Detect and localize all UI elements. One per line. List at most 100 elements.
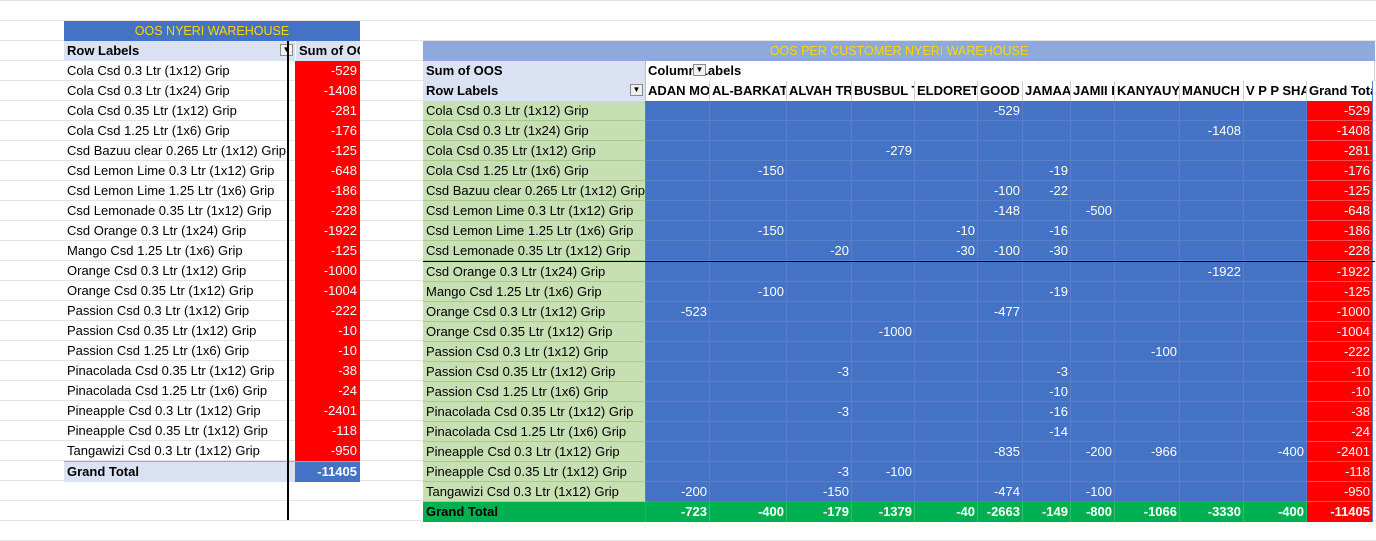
overall-grand-total[interactable]: -11405	[1307, 502, 1373, 522]
grand-total-label-right[interactable]: Grand Total	[423, 502, 646, 522]
data-cell[interactable]	[1115, 282, 1180, 302]
data-cell[interactable]	[978, 141, 1023, 161]
data-cell[interactable]	[1071, 241, 1115, 261]
data-cell[interactable]	[1244, 141, 1307, 161]
data-cell[interactable]	[1244, 121, 1307, 141]
row-label[interactable]: Csd Lemon Lime 0.3 Ltr (1x12) Grip	[64, 161, 295, 181]
data-cell[interactable]	[1115, 262, 1180, 282]
data-cell[interactable]	[710, 322, 787, 342]
row-value[interactable]: -281	[295, 101, 360, 121]
data-cell[interactable]: -966	[1115, 442, 1180, 462]
data-cell[interactable]	[1244, 422, 1307, 442]
row-label[interactable]: Passion Csd 1.25 Ltr (1x6) Grip	[64, 341, 295, 361]
row-label[interactable]: Passion Csd 0.3 Ltr (1x12) Grip	[64, 301, 295, 321]
data-cell[interactable]: -400	[1244, 442, 1307, 462]
data-cell[interactable]	[1115, 181, 1180, 201]
row-label[interactable]: Cola Csd 0.3 Ltr (1x12) Grip	[423, 101, 646, 121]
data-cell[interactable]: -279	[852, 141, 915, 161]
data-cell[interactable]	[1071, 221, 1115, 241]
data-cell[interactable]	[1180, 101, 1244, 121]
data-cell[interactable]	[915, 282, 978, 302]
data-cell[interactable]	[646, 181, 710, 201]
data-cell[interactable]: -835	[978, 442, 1023, 462]
data-cell[interactable]	[1180, 422, 1244, 442]
row-grand-total[interactable]: -1004	[1307, 322, 1373, 342]
data-cell[interactable]	[787, 101, 852, 121]
data-cell[interactable]	[787, 141, 852, 161]
row-label[interactable]: Orange Csd 0.35 Ltr (1x12) Grip	[423, 322, 646, 342]
data-cell[interactable]: -100	[852, 462, 915, 482]
column-header[interactable]: JAMII D	[1071, 81, 1115, 101]
data-cell[interactable]	[915, 362, 978, 382]
data-cell[interactable]	[1180, 342, 1244, 362]
data-cell[interactable]	[1180, 462, 1244, 482]
data-cell[interactable]: -1922	[1180, 262, 1244, 282]
row-label[interactable]: Csd Lemon Lime 1.25 Ltr (1x6) Grip	[423, 221, 646, 241]
data-cell[interactable]: -3	[787, 462, 852, 482]
data-cell[interactable]	[710, 201, 787, 221]
column-header[interactable]: GOOD	[978, 81, 1023, 101]
data-cell[interactable]	[1071, 362, 1115, 382]
data-cell[interactable]	[852, 262, 915, 282]
data-cell[interactable]: -19	[1023, 161, 1071, 181]
row-label[interactable]: Csd Orange 0.3 Ltr (1x24) Grip	[423, 262, 646, 282]
column-labels-cell[interactable]: Column Labels ▼	[646, 61, 1375, 81]
data-cell[interactable]	[1115, 161, 1180, 181]
column-total-cell[interactable]: -2663	[978, 502, 1023, 522]
data-cell[interactable]	[978, 161, 1023, 181]
data-cell[interactable]	[978, 121, 1023, 141]
data-cell[interactable]: -10	[1023, 382, 1071, 402]
column-header[interactable]: KANYAUY	[1115, 81, 1180, 101]
row-grand-total[interactable]: -1000	[1307, 302, 1373, 322]
data-cell[interactable]	[915, 422, 978, 442]
data-cell[interactable]	[915, 382, 978, 402]
row-value[interactable]: -1000	[295, 261, 360, 281]
data-cell[interactable]	[915, 161, 978, 181]
row-label[interactable]: Pinacolada Csd 1.25 Ltr (1x6) Grip	[64, 381, 295, 401]
column-header[interactable]: ALVAH TR	[787, 81, 852, 101]
data-cell[interactable]	[1023, 442, 1071, 462]
data-cell[interactable]	[710, 181, 787, 201]
data-cell[interactable]	[646, 201, 710, 221]
data-cell[interactable]: -100	[978, 241, 1023, 261]
data-cell[interactable]	[710, 482, 787, 502]
data-cell[interactable]	[1115, 121, 1180, 141]
data-cell[interactable]	[787, 201, 852, 221]
data-cell[interactable]: -1000	[852, 322, 915, 342]
data-cell[interactable]	[1071, 382, 1115, 402]
data-cell[interactable]	[1244, 221, 1307, 241]
row-value[interactable]: -125	[295, 241, 360, 261]
data-cell[interactable]	[646, 221, 710, 241]
data-cell[interactable]	[978, 342, 1023, 362]
data-cell[interactable]	[852, 362, 915, 382]
data-cell[interactable]	[1180, 442, 1244, 462]
row-label[interactable]: Cola Csd 0.35 Ltr (1x12) Grip	[64, 101, 295, 121]
data-cell[interactable]	[1071, 161, 1115, 181]
data-cell[interactable]: -500	[1071, 201, 1115, 221]
data-cell[interactable]: -150	[710, 161, 787, 181]
column-total-cell[interactable]: -1379	[852, 502, 915, 522]
row-grand-total[interactable]: -1408	[1307, 121, 1373, 141]
data-cell[interactable]	[1244, 262, 1307, 282]
row-grand-total[interactable]: -118	[1307, 462, 1373, 482]
row-label[interactable]: Passion Csd 0.3 Ltr (1x12) Grip	[423, 342, 646, 362]
data-cell[interactable]: -200	[646, 482, 710, 502]
row-label[interactable]: Passion Csd 1.25 Ltr (1x6) Grip	[423, 382, 646, 402]
data-cell[interactable]	[1244, 382, 1307, 402]
data-cell[interactable]	[1071, 101, 1115, 121]
data-cell[interactable]	[852, 181, 915, 201]
data-cell[interactable]	[915, 101, 978, 121]
data-cell[interactable]	[1071, 342, 1115, 362]
row-value[interactable]: -125	[295, 141, 360, 161]
row-label[interactable]: Tangawizi Csd 0.3 Ltr (1x12) Grip	[64, 441, 295, 461]
data-cell[interactable]	[1023, 322, 1071, 342]
row-grand-total[interactable]: -176	[1307, 161, 1373, 181]
row-value[interactable]: -1922	[295, 221, 360, 241]
row-value[interactable]: -10	[295, 321, 360, 341]
data-cell[interactable]	[1244, 201, 1307, 221]
data-cell[interactable]	[915, 442, 978, 462]
data-cell[interactable]	[1115, 201, 1180, 221]
row-grand-total[interactable]: -125	[1307, 181, 1373, 201]
data-cell[interactable]	[852, 221, 915, 241]
data-cell[interactable]: -30	[915, 241, 978, 261]
